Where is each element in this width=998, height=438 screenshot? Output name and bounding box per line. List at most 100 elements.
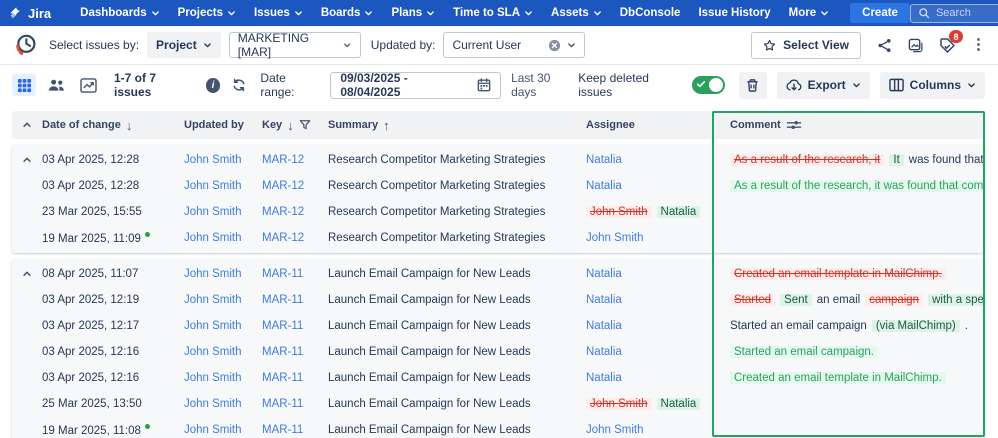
comment-filter-sliders-icon[interactable] — [786, 119, 802, 131]
issue-key-link[interactable]: MAR-11 — [262, 424, 303, 436]
nav-item-boards[interactable]: Boards — [312, 0, 383, 26]
assignee-link[interactable]: Natalia — [586, 372, 622, 384]
table-row[interactable]: 19 Mar 2025, 11:08John SmithMAR-11Launch… — [12, 417, 985, 438]
columns-icon — [889, 78, 904, 92]
select-view-button[interactable]: Select View — [751, 32, 861, 59]
tag-check-icon[interactable]: 8 — [939, 37, 955, 53]
assignee-link[interactable]: Natalia — [586, 154, 622, 166]
table-row[interactable]: 03 Apr 2025, 12:19John SmithMAR-11Launch… — [12, 287, 985, 313]
assignee-cell: John SmithNatalia — [586, 398, 712, 410]
date-range-input[interactable]: 09/03/2025 - 08/04/2025 — [330, 72, 501, 99]
columns-button[interactable]: Columns — [880, 72, 985, 99]
issue-key-link[interactable]: MAR-11 — [262, 268, 303, 280]
nav-item-time-to-sla[interactable]: Time to SLA — [444, 0, 542, 26]
table-row[interactable]: 03 Apr 2025, 12:28John SmithMAR-12Resear… — [12, 173, 985, 199]
comment-cell: Created an email template in MailChimp. — [712, 268, 985, 280]
updated-by-link[interactable]: John Smith — [184, 268, 242, 280]
header-summary[interactable]: Summary — [328, 119, 378, 131]
updated-by-link[interactable]: John Smith — [184, 294, 242, 306]
issue-key-link[interactable]: MAR-11 — [262, 372, 303, 384]
table-row[interactable]: 03 Apr 2025, 12:16John SmithMAR-11Launch… — [12, 365, 985, 391]
sort-asc-icon[interactable]: ↑ — [383, 118, 390, 133]
collapse-group-icon[interactable] — [12, 269, 42, 279]
header-key[interactable]: Key — [262, 119, 282, 131]
issue-key-link[interactable]: MAR-12 — [262, 232, 304, 244]
updated-by-link[interactable]: John Smith — [184, 424, 242, 436]
table-row[interactable]: 08 Apr 2025, 11:07John SmithMAR-11Launch… — [12, 261, 985, 287]
nav-item-assets[interactable]: Assets — [542, 0, 611, 26]
issue-key-link[interactable]: MAR-12 — [262, 180, 304, 192]
issue-key-link[interactable]: MAR-12 — [262, 206, 304, 218]
header-updated-by[interactable]: Updated by — [184, 119, 244, 131]
keep-deleted-toggle[interactable] — [692, 76, 725, 94]
nav-item-dashboards[interactable]: Dashboards — [71, 0, 168, 26]
nav-item-projects[interactable]: Projects — [169, 0, 245, 26]
updated-by-link[interactable]: John Smith — [184, 232, 242, 244]
summary-cell: Research Competitor Marketing Strategies — [328, 180, 586, 192]
select-mode-dropdown[interactable]: Project — [147, 32, 221, 58]
nav-item-more[interactable]: More — [780, 0, 838, 26]
nav-item-issues[interactable]: Issues — [245, 0, 312, 26]
updated-by-link[interactable]: John Smith — [184, 154, 242, 166]
updated-by-link[interactable]: John Smith — [184, 398, 242, 410]
table-row[interactable]: 03 Apr 2025, 12:16John SmithMAR-11Launch… — [12, 339, 985, 365]
grid-view-button[interactable] — [12, 74, 36, 96]
issue-key-link[interactable]: MAR-11 — [262, 398, 303, 410]
updated-by-link[interactable]: John Smith — [184, 346, 242, 358]
refresh-icon[interactable] — [232, 78, 246, 92]
chart-view-button[interactable] — [76, 74, 100, 96]
table-row[interactable]: 03 Apr 2025, 12:28John SmithMAR-12Resear… — [12, 147, 985, 173]
updated-by-link[interactable]: John Smith — [184, 206, 242, 218]
search-box[interactable] — [910, 4, 998, 23]
assignee-link[interactable]: Natalia — [586, 320, 622, 332]
issue-history-app-icon — [12, 32, 39, 59]
info-icon[interactable]: i — [206, 78, 221, 93]
export-button[interactable]: Export — [777, 72, 870, 99]
nav-item-issue-history[interactable]: Issue History — [689, 0, 779, 26]
jira-logo[interactable]: Jira — [8, 6, 51, 21]
table-row[interactable]: 23 Mar 2025, 15:55John SmithMAR-12Resear… — [12, 199, 985, 225]
trash-button[interactable] — [739, 72, 766, 99]
gallery-icon[interactable] — [908, 38, 923, 53]
share-icon[interactable] — [877, 38, 892, 53]
calendar-icon[interactable] — [477, 78, 491, 92]
header-comment[interactable]: Comment — [730, 119, 781, 131]
header-date-of-change[interactable]: Date of change — [42, 119, 121, 131]
issue-key-link[interactable]: MAR-11 — [262, 320, 303, 332]
assignee-link[interactable]: Natalia — [586, 294, 622, 306]
assignee-link[interactable]: Natalia — [586, 268, 622, 280]
header-assignee[interactable]: Assignee — [586, 119, 635, 131]
issue-key-link[interactable]: MAR-11 — [262, 294, 303, 306]
updated-by-link[interactable]: John Smith — [184, 320, 242, 332]
filter-funnel-icon[interactable] — [299, 119, 311, 131]
people-view-button[interactable] — [44, 74, 68, 96]
diff-removed: campaign — [865, 294, 923, 306]
search-input[interactable] — [936, 7, 998, 19]
table-row[interactable]: 19 Mar 2025, 11:09John SmithMAR-12Resear… — [12, 225, 985, 251]
updated-by-link[interactable]: John Smith — [184, 372, 242, 384]
summary-cell: Launch Email Campaign for New Leads — [328, 346, 586, 358]
table-row[interactable]: 25 Mar 2025, 13:50John SmithMAR-11Launch… — [12, 391, 985, 417]
nav-item-dbconsole[interactable]: DbConsole — [611, 0, 690, 26]
issue-key-link[interactable]: MAR-12 — [262, 154, 304, 166]
assignee-link[interactable]: Natalia — [586, 346, 622, 358]
updated-by-link[interactable]: John Smith — [184, 180, 242, 192]
assignee-link[interactable]: John Smith — [586, 232, 644, 244]
updated-by-select[interactable]: Current User — [443, 32, 585, 58]
collapse-group-icon[interactable] — [12, 155, 42, 165]
nav-item-label: Assets — [551, 7, 589, 19]
project-select[interactable]: MARKETING [MAR] — [229, 32, 361, 58]
date-of-change-cell: 23 Mar 2025, 15:55 — [42, 206, 184, 218]
assignee-link[interactable]: Natalia — [586, 180, 622, 192]
clear-icon[interactable] — [548, 39, 561, 52]
create-button[interactable]: Create — [850, 3, 910, 23]
chevron-down-icon — [967, 81, 976, 90]
assignee-link[interactable]: John Smith — [586, 424, 644, 436]
sort-desc-icon[interactable]: ↓ — [287, 118, 294, 133]
nav-item-plans[interactable]: Plans — [382, 0, 444, 26]
collapse-all-icon[interactable] — [12, 120, 42, 130]
sort-desc-icon[interactable]: ↓ — [126, 118, 133, 133]
issue-key-link[interactable]: MAR-11 — [262, 346, 303, 358]
table-row[interactable]: 03 Apr 2025, 12:17John SmithMAR-11Launch… — [12, 313, 985, 339]
more-menu-icon[interactable]: ⋮ — [971, 38, 986, 52]
